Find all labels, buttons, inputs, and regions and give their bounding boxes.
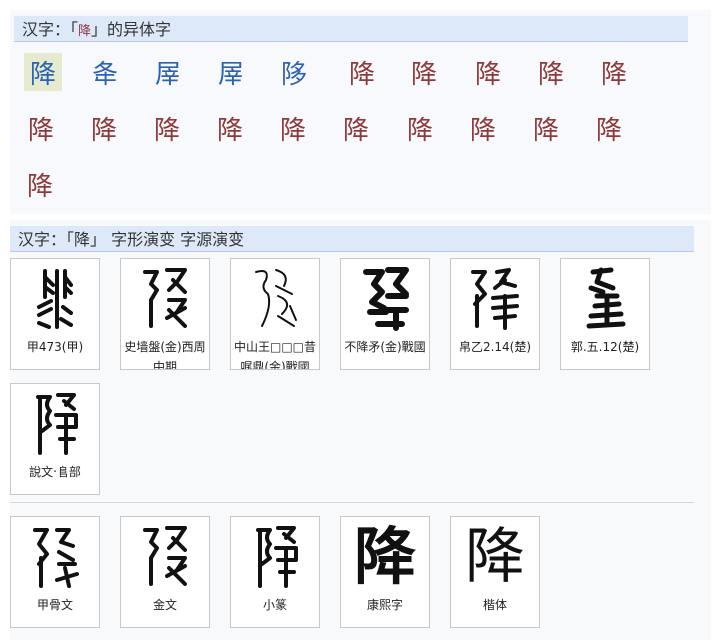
ancient-form-card[interactable]: 中山王□□□昔𠳿鼎(金)戰國 bbox=[230, 258, 320, 370]
variant-glyph[interactable]: 降 bbox=[343, 53, 381, 91]
variant-glyph[interactable]: 陊 bbox=[275, 53, 313, 91]
variant-glyph[interactable]: 降 bbox=[148, 109, 186, 147]
oracle-bone-glyph-icon bbox=[11, 261, 99, 337]
kaishu-glyph-text: 降 bbox=[465, 522, 525, 592]
card-caption: 康熙字 bbox=[366, 598, 403, 612]
variant-glyph[interactable]: 降 bbox=[274, 109, 312, 147]
card-caption: 中山王□□□昔𠳿鼎(金)戰國 bbox=[233, 340, 316, 370]
ancient-form-card[interactable]: 甲473(甲) bbox=[10, 258, 100, 370]
section-divider bbox=[10, 502, 694, 503]
chu-glyph-icon bbox=[561, 261, 649, 337]
seal-glyph-icon bbox=[11, 386, 99, 462]
variant-glyph[interactable]: 降 bbox=[405, 53, 443, 91]
variant-glyph[interactable]: 降 bbox=[21, 165, 59, 203]
ancient-form-card[interactable]: 說文‧𨸏部 bbox=[10, 383, 100, 495]
card-caption: 史墙盤(金)西周中期 bbox=[124, 340, 206, 370]
bronze-glyph-icon bbox=[341, 261, 429, 337]
bronze-glyph-icon bbox=[121, 261, 209, 337]
card-caption: 楷体 bbox=[482, 598, 507, 612]
kangxi-glyph-icon: 降 bbox=[341, 519, 429, 595]
variant-glyph[interactable]: 屖 bbox=[149, 53, 187, 91]
variant-glyph[interactable]: 降 bbox=[211, 109, 249, 147]
script-style-card[interactable]: 甲骨文 bbox=[10, 516, 100, 628]
variant-glyph[interactable]: 降 bbox=[85, 109, 123, 147]
card-caption: 小篆 bbox=[262, 598, 287, 612]
variant-glyph[interactable]: 降 bbox=[595, 53, 633, 91]
variant-glyph[interactable]: 降 bbox=[24, 53, 62, 91]
variants-header-suffix: 」的异体字 bbox=[91, 20, 172, 39]
variant-glyph[interactable]: 降 bbox=[401, 109, 439, 147]
bronze-glyph-icon bbox=[231, 261, 319, 337]
script-style-card[interactable]: 降 楷体 bbox=[450, 516, 540, 628]
card-caption: 說文‧𨸏部 bbox=[29, 465, 81, 479]
ancient-form-card[interactable]: 不降矛(金)戰國 bbox=[340, 258, 430, 370]
ancient-form-card[interactable]: 帛乙2.14(楚) bbox=[450, 258, 540, 370]
script-style-card[interactable]: 小篆 bbox=[230, 516, 320, 628]
variant-glyph[interactable]: 降 bbox=[532, 53, 570, 91]
kaishu-glyph-icon: 降 bbox=[451, 519, 539, 595]
variants-header-prefix: 汉字：「 bbox=[22, 20, 79, 39]
bronze-glyph-icon bbox=[121, 519, 209, 595]
variant-glyph[interactable]: 降 bbox=[469, 53, 507, 91]
variants-header: 汉字：「降」的异体字 bbox=[14, 16, 688, 42]
kangxi-glyph-text: 降 bbox=[353, 520, 416, 593]
script-style-card[interactable]: 降 康熙字 bbox=[340, 516, 430, 628]
variants-header-char: 降 bbox=[78, 24, 92, 39]
variant-glyph[interactable]: 降 bbox=[22, 109, 60, 147]
ancient-form-card[interactable]: 郭.五.12(楚) bbox=[560, 258, 650, 370]
variant-glyph[interactable]: 降 bbox=[527, 109, 565, 147]
card-caption: 金文 bbox=[152, 598, 177, 612]
variant-glyph[interactable]: 降 bbox=[337, 109, 375, 147]
variant-glyph[interactable]: 降 bbox=[590, 109, 628, 147]
ancient-form-card[interactable]: 史墙盤(金)西周中期 bbox=[120, 258, 210, 370]
variant-glyph[interactable]: 屖 bbox=[212, 53, 250, 91]
script-style-card[interactable]: 金文 bbox=[120, 516, 210, 628]
oracle-bone-glyph-icon bbox=[11, 519, 99, 595]
card-caption: 不降矛(金)戰國 bbox=[344, 340, 426, 354]
seal-glyph-icon bbox=[231, 519, 319, 595]
variant-glyph[interactable]: 夅 bbox=[86, 53, 124, 91]
card-caption: 甲473(甲) bbox=[26, 340, 84, 354]
variant-glyph[interactable]: 降 bbox=[464, 109, 502, 147]
card-caption: 甲骨文 bbox=[36, 598, 73, 612]
chu-glyph-icon bbox=[451, 261, 539, 337]
card-caption: 帛乙2.14(楚) bbox=[458, 340, 532, 354]
card-caption: 郭.五.12(楚) bbox=[570, 340, 640, 354]
evolution-header: 汉字：「降」 字形演变 字源演变 bbox=[10, 226, 694, 252]
